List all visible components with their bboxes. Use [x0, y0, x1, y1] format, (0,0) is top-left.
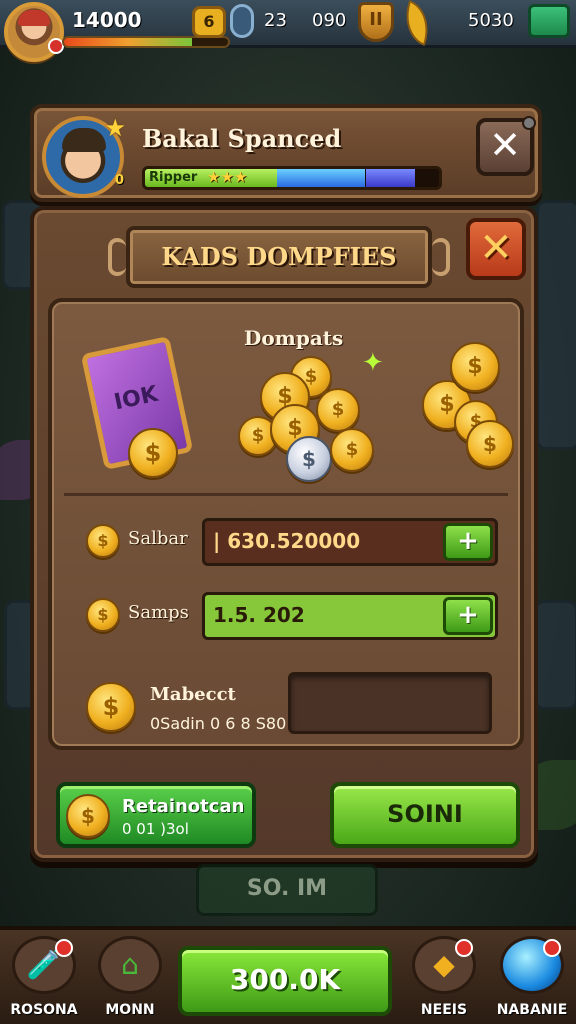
scroll-curl-right	[432, 238, 450, 276]
star-icon: ★	[104, 114, 126, 142]
bottle-icon: 🧪	[12, 936, 76, 994]
profile-avatar[interactable]: ★ 0	[42, 114, 126, 198]
stat-a-value: 23	[264, 10, 287, 31]
hair-shape	[62, 128, 106, 152]
notification-badge	[543, 939, 561, 957]
silver-coin-icon: $	[286, 436, 332, 482]
add-gems-button[interactable]	[528, 4, 570, 38]
home-icon: ⌂	[98, 936, 162, 994]
bonus-button[interactable]: $ Retainotcan 0 01 )3ol	[56, 782, 256, 848]
progress-label: Ripper	[149, 170, 198, 185]
close-icon: ✕	[489, 123, 521, 167]
button-rivet	[522, 116, 536, 130]
nav-item-nabanie[interactable]: NABANIE	[492, 936, 572, 1024]
progress-fill-blue	[277, 169, 366, 187]
dialog-title: KADS DOMPFIES	[161, 242, 397, 271]
xp-progress-fill	[64, 38, 192, 46]
medal-title: Mabecct	[150, 684, 236, 705]
xp-value: 14000	[72, 8, 142, 32]
nav-label: ROSONA	[10, 1002, 78, 1018]
add-samps-button[interactable]: +	[443, 597, 493, 635]
nav-item-rosona[interactable]: 🧪 ROSONA	[4, 936, 84, 1024]
coin-icon: $	[86, 524, 120, 558]
player-avatar[interactable]	[4, 2, 64, 62]
coin-icon: $	[86, 598, 120, 632]
orb-icon	[500, 936, 564, 994]
cap-icon	[18, 10, 50, 26]
profile-name: Bakal Spanced	[142, 124, 342, 153]
level-badge[interactable]: 6	[192, 6, 226, 38]
add-salbar-button[interactable]: +	[443, 523, 493, 561]
empty-reward-slot[interactable]	[288, 672, 492, 734]
coin-icon: $	[86, 682, 136, 732]
leaf-icon	[396, 0, 438, 46]
key-icon	[230, 4, 254, 38]
scroll-curl-left	[108, 238, 126, 276]
nav-label: MONN	[105, 1002, 155, 1018]
shield-icon[interactable]: II	[358, 2, 394, 42]
rewards-display: Dompats IOK $ $ $ $ $ $ $ $ ✦ $ $ $ $	[64, 316, 514, 496]
rewards-label: Dompats	[244, 326, 344, 350]
profile-progress-bar: Ripper ★★★	[142, 166, 442, 190]
gems-value: 5030	[468, 10, 514, 31]
coin-icon: $	[330, 428, 374, 472]
stat-label: Samps	[128, 602, 189, 623]
nav-item-monn[interactable]: ⌂ MONN	[90, 936, 170, 1024]
sparkle-icon: ✦	[362, 348, 384, 378]
background-side-panel	[534, 600, 576, 710]
profile-panel: ★ 0 Bakal Spanced Ripper ★★★ ✕	[30, 104, 542, 202]
coin-icon: $	[450, 342, 500, 392]
stat-bar-samps: 1.5. 202 +	[202, 592, 498, 640]
stat-value: | 630.520000	[213, 529, 361, 553]
background-button: SO. IM	[196, 864, 378, 916]
profile-level: 0	[114, 173, 124, 188]
ticket-icon: ◆	[412, 936, 476, 994]
nav-label: NABANIE	[496, 1002, 568, 1018]
bottom-navigation: 🧪 ROSONA ⌂ MONN 300.0K ◆ NEEIS NABANIE	[0, 926, 576, 1024]
notification-badge	[55, 939, 73, 957]
coin-icon: $	[466, 420, 514, 468]
coin-icon: $	[128, 428, 178, 478]
medal-subtitle: 0Sadin 0 6 8 S80	[150, 714, 287, 733]
bonus-button-title: Retainotcan	[122, 796, 245, 817]
top-status-bar: 14000 6 23 090 II 5030	[0, 0, 576, 62]
dialog-close-button[interactable]: ✕	[466, 218, 526, 280]
notification-badge	[455, 939, 473, 957]
profile-close-button[interactable]: ✕	[476, 116, 536, 176]
stat-bar-salbar: | 630.520000 +	[202, 518, 498, 566]
progress-stars: ★★★	[207, 168, 248, 186]
nav-item-neeis[interactable]: ◆ NEEIS	[404, 936, 484, 1024]
stat-label: Salbar	[128, 528, 188, 549]
rewards-dialog: KADS DOMPFIES ✕ Dompats IOK $ $ $ $ $ $ …	[30, 206, 538, 862]
dialog-title-plate: KADS DOMPFIES	[108, 226, 450, 288]
main-cta-button[interactable]: 300.0K	[178, 946, 392, 1016]
coin-icon: $	[316, 388, 360, 432]
progress-fill-indigo	[365, 169, 416, 187]
bonus-button-subtitle: 0 01 )3ol	[122, 820, 189, 838]
card-text: IOK	[111, 381, 161, 416]
stat-b-value: 090	[312, 10, 347, 31]
nav-label: NEEIS	[420, 1002, 468, 1018]
confirm-button[interactable]: SOINI	[330, 782, 520, 848]
close-icon: ✕	[479, 225, 513, 271]
stat-value: 1.5. 202	[213, 603, 305, 627]
coin-icon: $	[66, 794, 110, 838]
background-side-panel	[536, 200, 576, 450]
